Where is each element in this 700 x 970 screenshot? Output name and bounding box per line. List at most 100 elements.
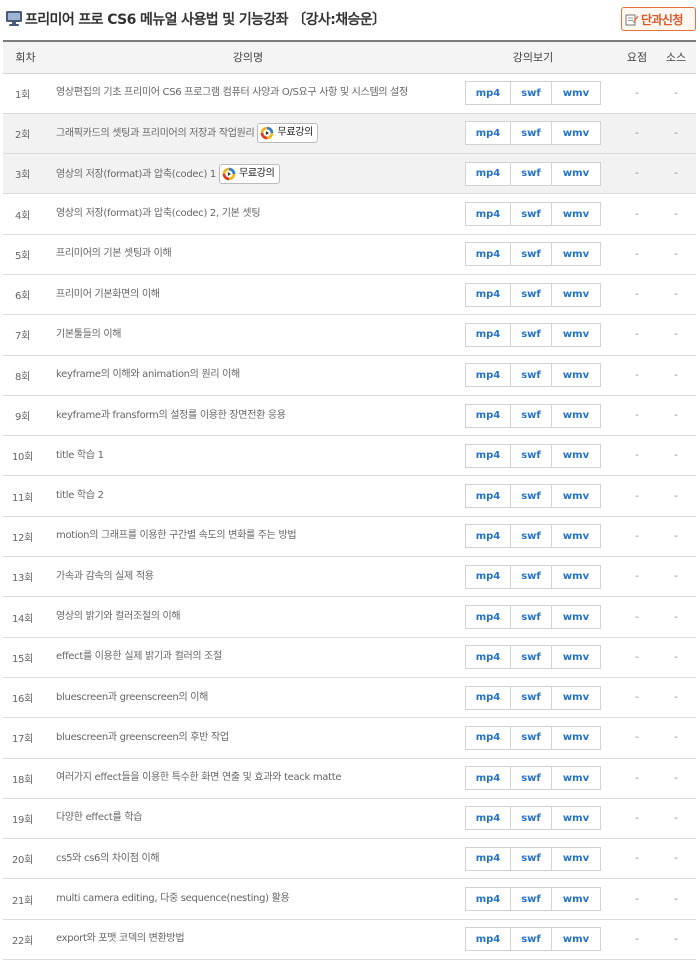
swf-button[interactable]: swf bbox=[511, 283, 552, 306]
lecture-title-cell: bluescreen과 greenscreen의 후반 작업 bbox=[48, 717, 448, 759]
mp4-button[interactable]: mp4 bbox=[466, 82, 511, 105]
mp4-button[interactable]: mp4 bbox=[466, 444, 511, 467]
lecture-title: keyframe과 fransform의 설정를 이용한 장면전환 응용 bbox=[56, 409, 286, 421]
wmv-button[interactable]: wmv bbox=[552, 767, 600, 789]
view-cell: mp4 swf wmv bbox=[448, 395, 618, 437]
wmv-button[interactable]: wmv bbox=[552, 243, 600, 265]
mp4-button[interactable]: mp4 bbox=[466, 162, 511, 185]
wmv-button[interactable]: wmv bbox=[552, 284, 600, 306]
wmv-button[interactable]: wmv bbox=[552, 928, 600, 950]
wmv-button[interactable]: wmv bbox=[552, 525, 600, 547]
mp4-button[interactable]: mp4 bbox=[466, 767, 511, 790]
swf-button[interactable]: swf bbox=[511, 444, 552, 467]
swf-button[interactable]: swf bbox=[511, 726, 552, 749]
summary-cell: - bbox=[618, 193, 656, 235]
free-lecture-button[interactable]: 무료강의 bbox=[218, 163, 280, 184]
source-cell: - bbox=[656, 314, 696, 356]
swf-button[interactable]: swf bbox=[511, 323, 552, 346]
wmv-button[interactable]: wmv bbox=[552, 566, 600, 588]
swf-button[interactable]: swf bbox=[511, 203, 552, 226]
wmv-button[interactable]: wmv bbox=[552, 646, 600, 668]
view-cell: mp4 swf wmv bbox=[448, 516, 618, 558]
swf-button[interactable]: swf bbox=[511, 404, 552, 427]
lecture-title: export와 포맷 코덱의 변환방법 bbox=[56, 933, 185, 945]
mp4-button[interactable]: mp4 bbox=[466, 485, 511, 508]
source-cell: - bbox=[656, 355, 696, 396]
lecture-title: 기본툴들의 이해 bbox=[56, 328, 122, 340]
wmv-button[interactable]: wmv bbox=[552, 203, 600, 225]
mp4-button[interactable]: mp4 bbox=[466, 283, 511, 306]
mp4-button[interactable]: mp4 bbox=[466, 686, 511, 709]
summary-cell: - bbox=[618, 153, 656, 195]
wmv-button[interactable]: wmv bbox=[552, 687, 600, 709]
mp4-button[interactable]: mp4 bbox=[466, 606, 511, 628]
summary-cell: - bbox=[618, 556, 656, 598]
swf-button[interactable]: swf bbox=[511, 243, 552, 266]
lecture-number: 17회 bbox=[3, 717, 48, 759]
view-cell: mp4 swf wmv bbox=[448, 878, 618, 920]
enroll-button[interactable]: 단과신청 bbox=[621, 7, 696, 31]
swf-button[interactable]: swf bbox=[511, 162, 552, 185]
summary-cell: - bbox=[618, 113, 656, 155]
swf-button[interactable]: swf bbox=[511, 807, 552, 830]
wmv-button[interactable]: wmv bbox=[552, 485, 600, 507]
table-row: 1회 영상편집의 기초 프리미어 CS6 프로그램 컴퓨터 사양과 O/S요구 사… bbox=[3, 73, 696, 114]
lecture-title-cell: export와 포맷 코덱의 변환방법 bbox=[48, 919, 448, 961]
swf-button[interactable]: swf bbox=[511, 485, 552, 508]
wmv-button[interactable]: wmv bbox=[552, 122, 600, 144]
wmv-button[interactable]: wmv bbox=[552, 445, 600, 467]
lecture-title: 영상의 저장(format)과 압축(codec) 2, 기본 셋팅 bbox=[56, 208, 261, 220]
format-button-group: mp4 swf wmv bbox=[465, 927, 601, 952]
wmv-button[interactable]: wmv bbox=[552, 606, 600, 628]
col-header-view: 강의보기 bbox=[448, 40, 618, 74]
wmv-button[interactable]: wmv bbox=[552, 324, 600, 346]
format-button-group: mp4 swf wmv bbox=[465, 887, 601, 912]
wmv-button[interactable]: wmv bbox=[552, 727, 600, 749]
lecture-title: 가속과 감속의 실제 적용 bbox=[56, 570, 154, 582]
swf-button[interactable]: swf bbox=[511, 767, 552, 790]
lecture-title-cell: 영상의 저장(format)과 압축(codec) 1 무료강의 bbox=[48, 153, 448, 195]
mp4-button[interactable]: mp4 bbox=[466, 646, 511, 669]
wmv-button[interactable]: wmv bbox=[552, 848, 600, 870]
swf-button[interactable]: swf bbox=[511, 565, 552, 588]
play-disc-icon bbox=[261, 127, 274, 140]
mp4-button[interactable]: mp4 bbox=[466, 404, 511, 427]
wmv-button[interactable]: wmv bbox=[552, 364, 600, 386]
summary-cell: - bbox=[618, 677, 656, 719]
source-cell: - bbox=[656, 677, 696, 719]
mp4-button[interactable]: mp4 bbox=[466, 807, 511, 830]
view-cell: mp4 swf wmv bbox=[448, 193, 618, 235]
swf-button[interactable]: swf bbox=[511, 888, 552, 911]
swf-button[interactable]: swf bbox=[511, 928, 552, 951]
swf-button[interactable]: swf bbox=[511, 686, 552, 709]
mp4-button[interactable]: mp4 bbox=[466, 323, 511, 346]
mp4-button[interactable]: mp4 bbox=[466, 726, 511, 749]
mp4-button[interactable]: mp4 bbox=[466, 565, 511, 588]
swf-button[interactable]: swf bbox=[511, 606, 552, 628]
swf-button[interactable]: swf bbox=[511, 525, 552, 548]
table-row: 10회 title 학습 1 mp4 swf wmv - - bbox=[3, 435, 696, 477]
mp4-button[interactable]: mp4 bbox=[466, 243, 511, 266]
swf-button[interactable]: swf bbox=[511, 364, 552, 387]
wmv-button[interactable]: wmv bbox=[552, 405, 600, 427]
wmv-button[interactable]: wmv bbox=[552, 888, 600, 910]
wmv-button[interactable]: wmv bbox=[552, 163, 600, 185]
wmv-button[interactable]: wmv bbox=[552, 807, 600, 829]
source-cell: - bbox=[656, 919, 696, 961]
mp4-button[interactable]: mp4 bbox=[466, 888, 511, 911]
mp4-button[interactable]: mp4 bbox=[466, 364, 511, 387]
lecture-title-cell: 프리미어의 기본 셋팅과 이해 bbox=[48, 234, 448, 275]
swf-button[interactable]: swf bbox=[511, 646, 552, 669]
view-cell: mp4 swf wmv bbox=[448, 637, 618, 678]
wmv-button[interactable]: wmv bbox=[552, 82, 600, 104]
mp4-button[interactable]: mp4 bbox=[466, 203, 511, 226]
mp4-button[interactable]: mp4 bbox=[466, 928, 511, 951]
swf-button[interactable]: swf bbox=[511, 122, 552, 145]
format-button-group: mp4 swf wmv bbox=[465, 605, 601, 629]
swf-button[interactable]: swf bbox=[511, 82, 552, 105]
free-lecture-button[interactable]: 무료강의 bbox=[257, 123, 319, 144]
mp4-button[interactable]: mp4 bbox=[466, 525, 511, 548]
mp4-button[interactable]: mp4 bbox=[466, 847, 511, 870]
mp4-button[interactable]: mp4 bbox=[466, 122, 511, 145]
swf-button[interactable]: swf bbox=[511, 847, 552, 870]
